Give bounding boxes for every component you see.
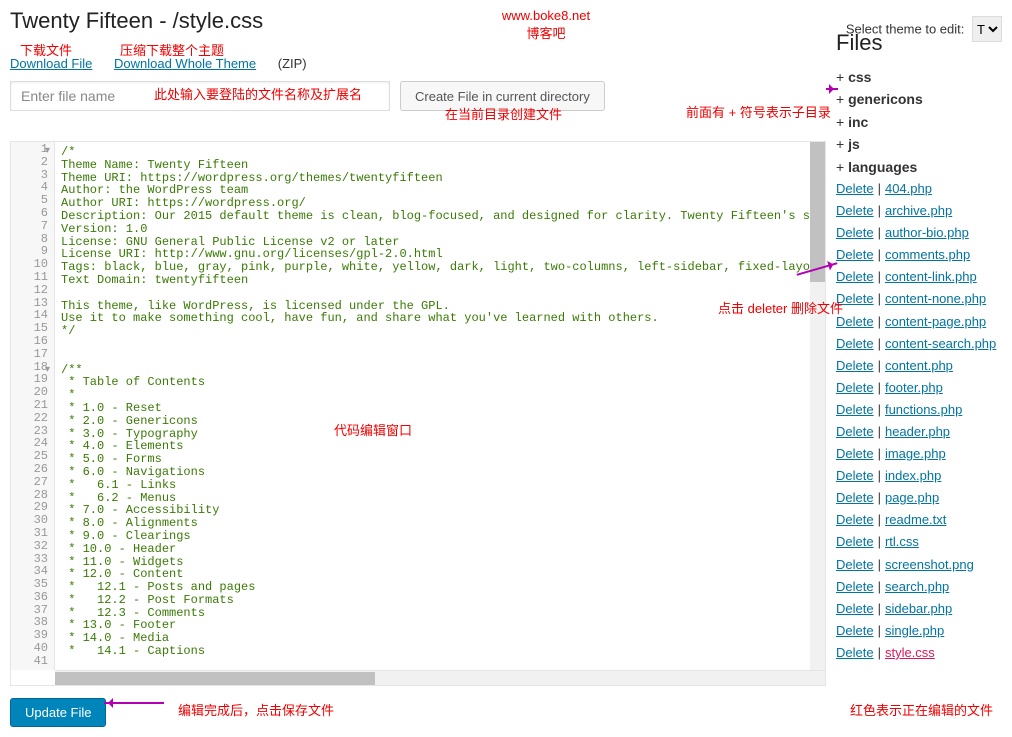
file-row: Delete|content-search.php xyxy=(836,333,1002,355)
file-link[interactable]: rtl.css xyxy=(885,534,919,549)
file-link[interactable]: archive.php xyxy=(885,203,952,218)
delete-file-link[interactable]: Delete xyxy=(836,203,874,218)
download-file-link[interactable]: Download File xyxy=(10,56,92,71)
delete-file-link[interactable]: Delete xyxy=(836,402,874,417)
file-link[interactable]: content-search.php xyxy=(885,336,996,351)
file-row: Delete|page.php xyxy=(836,487,1002,509)
file-link[interactable]: content.php xyxy=(885,358,953,373)
delete-file-link[interactable]: Delete xyxy=(836,534,874,549)
delete-file-link[interactable]: Delete xyxy=(836,557,874,572)
create-file-button[interactable]: Create File in current directory xyxy=(400,81,605,111)
file-link[interactable]: image.php xyxy=(885,446,946,461)
folder-js[interactable]: + js xyxy=(836,133,1002,155)
file-link[interactable]: content-none.php xyxy=(885,291,986,306)
file-row: Delete|single.php xyxy=(836,620,1002,642)
delete-file-link[interactable]: Delete xyxy=(836,291,874,306)
delete-file-link[interactable]: Delete xyxy=(836,247,874,262)
file-row: Delete|image.php xyxy=(836,443,1002,465)
file-link[interactable]: style.css xyxy=(885,645,935,660)
folder-css[interactable]: + css xyxy=(836,66,1002,88)
file-link[interactable]: page.php xyxy=(885,490,939,505)
file-link[interactable]: screenshot.png xyxy=(885,557,974,572)
select-theme-row: Select theme to edit: T xyxy=(846,16,1002,42)
delete-file-link[interactable]: Delete xyxy=(836,336,874,351)
delete-file-link[interactable]: Delete xyxy=(836,358,874,373)
download-theme-link[interactable]: Download Whole Theme xyxy=(114,56,256,71)
file-name-input[interactable] xyxy=(10,81,390,111)
file-row: Delete|content-none.php xyxy=(836,288,1002,310)
file-row: Delete|sidebar.php xyxy=(836,598,1002,620)
file-row: Delete|footer.php xyxy=(836,377,1002,399)
delete-file-link[interactable]: Delete xyxy=(836,446,874,461)
file-row: Delete|comments.php xyxy=(836,244,1002,266)
delete-file-link[interactable]: Delete xyxy=(836,490,874,505)
file-row: Delete|content.php xyxy=(836,355,1002,377)
file-link[interactable]: footer.php xyxy=(885,380,943,395)
file-link[interactable]: functions.php xyxy=(885,402,962,417)
folder-inc[interactable]: + inc xyxy=(836,111,1002,133)
file-link[interactable]: content-page.php xyxy=(885,314,986,329)
file-link[interactable]: header.php xyxy=(885,424,950,439)
delete-file-link[interactable]: Delete xyxy=(836,424,874,439)
file-row: Delete|readme.txt xyxy=(836,509,1002,531)
file-link[interactable]: single.php xyxy=(885,623,944,638)
file-link[interactable]: index.php xyxy=(885,468,941,483)
file-link[interactable]: search.php xyxy=(885,579,949,594)
file-row: Delete|style.css xyxy=(836,642,1002,664)
file-row: Delete|header.php xyxy=(836,421,1002,443)
file-link[interactable]: content-link.php xyxy=(885,269,977,284)
delete-file-link[interactable]: Delete xyxy=(836,380,874,395)
file-row: Delete|functions.php xyxy=(836,399,1002,421)
file-row: Delete|content-page.php xyxy=(836,311,1002,333)
file-row: Delete|author-bio.php xyxy=(836,222,1002,244)
theme-select[interactable]: T xyxy=(972,16,1002,42)
page-title: Twenty Fifteen - /style.css xyxy=(10,8,263,34)
file-link[interactable]: comments.php xyxy=(885,247,970,262)
folder-genericons[interactable]: + genericons xyxy=(836,88,1002,110)
folder-languages[interactable]: + languages xyxy=(836,156,1002,178)
file-row: Delete|archive.php xyxy=(836,200,1002,222)
delete-file-link[interactable]: Delete xyxy=(836,468,874,483)
file-link[interactable]: 404.php xyxy=(885,181,932,196)
code-editor[interactable]: 1234567891011121314151617181920212223242… xyxy=(10,141,826,686)
vertical-scrollbar[interactable] xyxy=(810,142,825,670)
file-row: Delete|index.php xyxy=(836,465,1002,487)
file-row: Delete|search.php xyxy=(836,576,1002,598)
file-row: Delete|content-link.php xyxy=(836,266,1002,288)
file-link[interactable]: sidebar.php xyxy=(885,601,952,616)
delete-file-link[interactable]: Delete xyxy=(836,269,874,284)
delete-file-link[interactable]: Delete xyxy=(836,181,874,196)
file-link[interactable]: readme.txt xyxy=(885,512,946,527)
file-row: Delete|screenshot.png xyxy=(836,554,1002,576)
delete-file-link[interactable]: Delete xyxy=(836,623,874,638)
file-row: Delete|rtl.css xyxy=(836,531,1002,553)
file-row: Delete|404.php xyxy=(836,178,1002,200)
delete-file-link[interactable]: Delete xyxy=(836,225,874,240)
file-link[interactable]: author-bio.php xyxy=(885,225,969,240)
delete-file-link[interactable]: Delete xyxy=(836,314,874,329)
delete-file-link[interactable]: Delete xyxy=(836,512,874,527)
delete-file-link[interactable]: Delete xyxy=(836,645,874,660)
delete-file-link[interactable]: Delete xyxy=(836,601,874,616)
delete-file-link[interactable]: Delete xyxy=(836,579,874,594)
horizontal-scrollbar[interactable] xyxy=(55,670,825,685)
